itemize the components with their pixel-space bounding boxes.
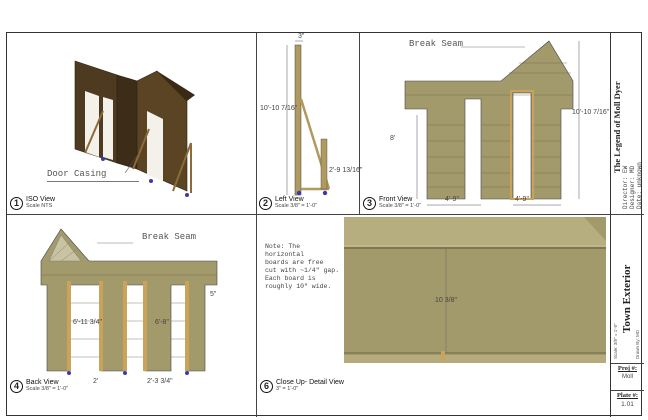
view-number-badge: 1 — [10, 196, 23, 210]
view-label-iso: 1 ISO View Scale NTS — [10, 196, 55, 210]
front-opening-right-dim: 4'-9" — [515, 196, 529, 203]
note-line: Note: The — [265, 243, 301, 250]
view-title: Close Up- Detail View — [276, 379, 344, 386]
view-number-badge: 6 — [260, 379, 273, 393]
detail-board-dim: 10 3/8" — [435, 297, 457, 304]
left-height-dim: 10'-10 7/16" — [260, 105, 298, 112]
view-number-badge: 3 — [363, 196, 376, 210]
plate-label: Plate #: — [616, 392, 639, 399]
back-bottom-mid-dim: 2'-3 3/4" — [147, 378, 173, 385]
door-casing-label: Door Casing — [47, 169, 107, 179]
view-number-badge: 2 — [259, 196, 272, 210]
designer-field: Designer: MD — [629, 165, 636, 209]
scale-note: Scale: 3/8" = 1'-0" — [613, 323, 618, 359]
back-bottom-left-dim: 2' — [93, 378, 99, 385]
note-line: horizontal — [265, 251, 305, 258]
view-label-detail: 6 Close Up- Detail View 3" = 1'-0" — [260, 379, 344, 393]
title-block: The Legend of Moll Dyer Director: EW Des… — [610, 33, 644, 417]
back-side-dim: 5" — [210, 291, 217, 298]
break-seam-front-label: Break Seam — [409, 39, 464, 49]
view-title: Left View — [275, 196, 304, 203]
drawn-by-field: Drawn By: MD — [635, 329, 640, 359]
director-field: Director: EW — [622, 165, 629, 209]
view-label-back: 4 Back View Scale 3/8" = 1'-0" — [10, 379, 68, 393]
view-scale: Scale 3/8" = 1'-0" — [275, 203, 318, 209]
front-height-left-dim: 8' — [390, 135, 396, 142]
view-scale: 3" = 1'-0" — [276, 386, 299, 392]
view-title: Front View — [379, 196, 413, 203]
left-base-dim: 2'-9 13/16" — [329, 167, 363, 174]
drawing-sheet: Door Casing 1 ISO View Scale NTS 3" 10'-… — [6, 32, 644, 417]
sheet-divider-vertical-1 — [256, 33, 257, 417]
title-block-divider — [611, 214, 644, 215]
back-door-left-dim: 6'-11 3/4" — [73, 319, 102, 326]
note-line: cut with ~1/4" gap. — [265, 267, 340, 274]
back-view-drawing — [40, 228, 218, 375]
left-view-drawing — [286, 40, 331, 196]
plate-value: 1.01 — [621, 401, 634, 408]
back-door-right-dim: 6'-8" — [155, 319, 169, 326]
view-scale: Scale 3/8" = 1'-0" — [379, 203, 422, 209]
sheet-divider-vertical-2 — [359, 33, 360, 214]
title-block-divider — [611, 363, 644, 364]
left-top-dim: 3" — [298, 33, 305, 40]
front-view-drawing — [404, 40, 580, 206]
note-line: boards are free — [265, 259, 324, 266]
proj-value: Moll — [621, 374, 633, 380]
view-title: ISO View — [26, 196, 56, 203]
title-block-divider — [611, 390, 644, 391]
front-height-right-dim: 10'-10 7/16" — [572, 109, 610, 116]
break-seam-back-label: Break Seam — [142, 232, 197, 242]
date-field: Date: unknown — [636, 162, 643, 209]
door-casing-underline — [47, 181, 139, 182]
view-label-front: 3 Front View Scale 3/8" = 1'-0" — [363, 196, 421, 210]
front-opening-left-dim: 4'-9" — [445, 196, 459, 203]
view-scale: Scale NTS — [26, 203, 53, 209]
construction-note: Note: The horizontal boards are free cut… — [265, 243, 339, 291]
detail-view-drawing — [344, 217, 606, 363]
note-line: Each board is — [265, 275, 316, 282]
sheet-title: Town Exterior — [621, 264, 633, 333]
view-title: Back View — [26, 379, 59, 386]
view-label-left: 2 Left View Scale 3/8" = 1'-0" — [259, 196, 317, 210]
view-scale: Scale 3/8" = 1'-0" — [26, 386, 69, 392]
sheet-divider-horizontal — [7, 214, 610, 215]
project-title: The Legend of Moll Dyer — [612, 81, 622, 173]
view-number-badge: 4 — [10, 379, 23, 393]
note-line: roughly 10" wide. — [265, 283, 332, 290]
proj-label: Proj #: — [617, 365, 638, 372]
